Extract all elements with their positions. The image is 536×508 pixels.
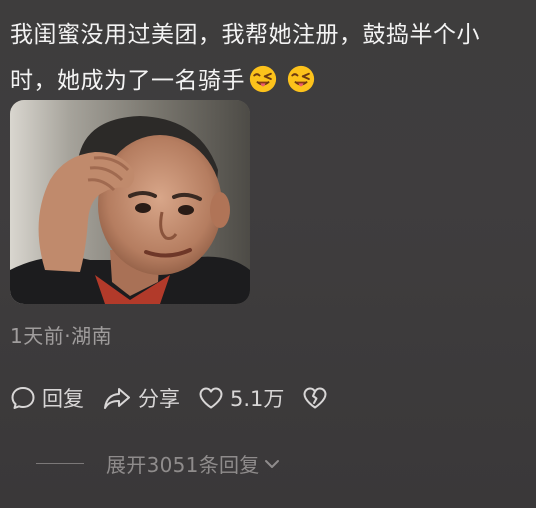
meme-face-image [10,100,250,304]
comment-block: 我闺蜜没用过美团，我帮她注册，鼓捣半个小时，她成为了一名骑手 [10,12,526,104]
comment-actions: 回复 分享 5.1万 [10,381,346,415]
reply-button[interactable]: 回复 [10,383,84,413]
dislike-button[interactable] [302,386,328,410]
comment-text: 我闺蜜没用过美团，我帮她注册，鼓捣半个小时，她成为了一名骑手 [10,22,480,94]
chevron-down-icon [264,459,279,468]
like-count: 5.1万 [230,387,285,411]
comment-meta: 1天前·湖南 [10,324,113,348]
wink-tongue-emoji-icon [249,65,277,93]
like-button[interactable]: 5.1万 [198,383,284,413]
share-label: 分享 [138,387,180,411]
reply-label: 回复 [42,387,84,411]
chat-bubble-icon [11,387,35,409]
heart-icon [199,387,223,409]
comment-body: 我闺蜜没用过美团，我帮她注册，鼓捣半个小时，她成为了一名骑手 [10,12,526,104]
share-button[interactable]: 分享 [102,383,180,413]
broken-heart-icon [303,387,327,409]
expand-replies[interactable]: 展开3051条回复 [10,449,280,478]
expand-replies-label: 展开3051条回复 [106,453,260,477]
wink-tongue-emoji-icon [287,65,315,93]
divider-line [36,463,84,464]
comment-image[interactable] [10,100,250,304]
share-arrow-icon [104,388,130,409]
